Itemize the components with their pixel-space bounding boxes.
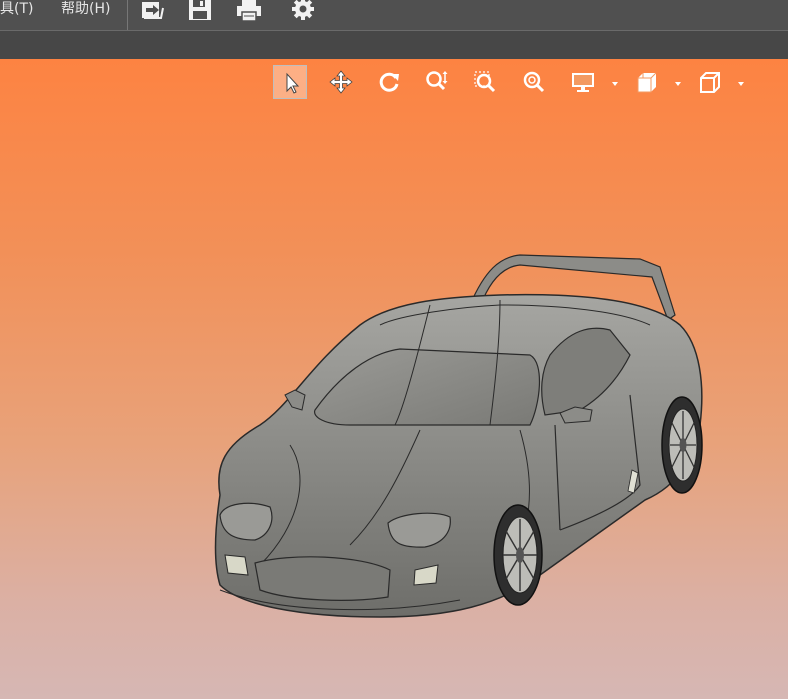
view-cube-icon <box>700 72 720 93</box>
shading-dropdown-icon[interactable] <box>673 76 683 86</box>
save-icon[interactable] <box>186 0 214 22</box>
display-mode-button[interactable] <box>566 65 600 99</box>
shading-icon <box>637 72 657 93</box>
zoom-window-tool-button[interactable] <box>468 65 502 99</box>
select-tool-button[interactable] <box>273 65 307 99</box>
zoom-icon <box>426 71 448 91</box>
select-icon <box>286 72 300 94</box>
sports-car-3d-model[interactable] <box>200 245 720 640</box>
display-mode-icon <box>572 73 594 92</box>
reload-icon[interactable] <box>139 0 167 22</box>
view-cube-button[interactable] <box>693 65 727 99</box>
pan-tool-button[interactable] <box>324 65 358 99</box>
rotate-icon <box>379 72 399 92</box>
rotate-tool-button[interactable] <box>372 65 406 99</box>
secondary-toolbar-strip <box>0 31 788 59</box>
zoom-fit-tool-button[interactable] <box>517 65 551 99</box>
menu-tools[interactable]: 具(T) <box>0 0 33 20</box>
zoom-window-icon <box>474 71 496 93</box>
view-cube-dropdown-icon[interactable] <box>736 76 746 86</box>
shading-button[interactable] <box>630 65 664 99</box>
settings-icon[interactable] <box>289 0 317 22</box>
display-mode-dropdown-icon[interactable] <box>610 76 620 86</box>
zoom-tool-button[interactable] <box>420 65 454 99</box>
pan-icon <box>329 70 353 94</box>
zoom-fit-icon <box>523 71 545 93</box>
menu-bar: 具(T) 帮助(H) <box>0 0 788 31</box>
menu-help[interactable]: 帮助(H) <box>61 0 110 20</box>
print-icon[interactable] <box>235 0 263 22</box>
menu-separator <box>127 0 128 30</box>
